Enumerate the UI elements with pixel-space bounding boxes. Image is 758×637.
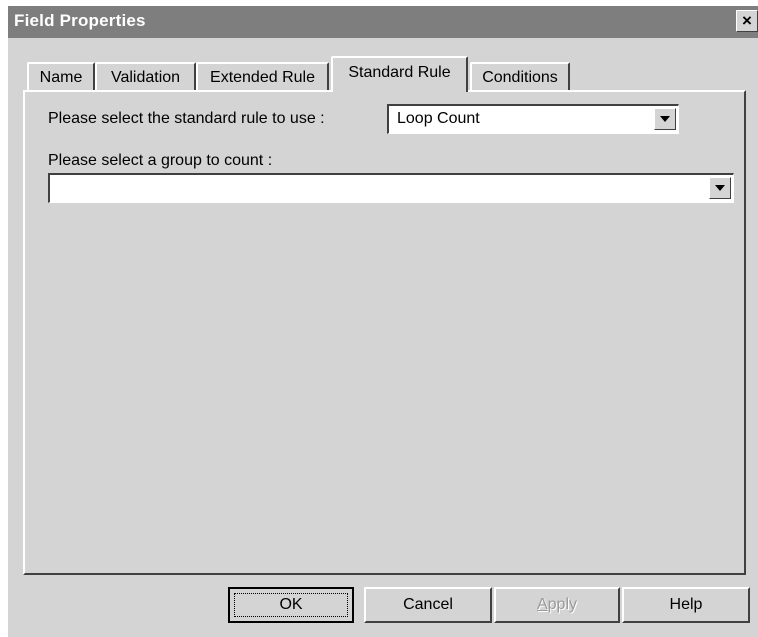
rule-label: Please select the standard rule to use : [48, 110, 325, 127]
group-select[interactable] [48, 173, 734, 203]
apply-mnemonic: A [536, 596, 548, 613]
dialog-title: Field Properties [14, 11, 146, 30]
rule-select[interactable]: Loop Count [387, 104, 679, 134]
chevron-down-icon[interactable] [709, 177, 731, 199]
close-icon: × [742, 11, 752, 30]
title-bar: Field Properties × [8, 6, 758, 38]
cancel-button[interactable]: Cancel [364, 587, 492, 623]
tab-extended-rule[interactable]: Extended Rule [196, 62, 329, 90]
ok-button[interactable]: OK [228, 587, 354, 623]
tab-standard-rule[interactable]: Standard Rule [331, 56, 468, 92]
tab-validation[interactable]: Validation [95, 62, 196, 90]
apply-button[interactable]: Apply [494, 587, 620, 623]
group-label: Please select a group to count : [48, 152, 273, 169]
help-button[interactable]: Help [622, 587, 750, 623]
field-properties-dialog: Field Properties × Name Validation Exten… [8, 6, 758, 637]
close-button[interactable]: × [736, 10, 758, 32]
standard-rule-panel: Please select the standard rule to use :… [23, 90, 746, 575]
rule-select-value: Loop Count [397, 110, 480, 127]
tab-name[interactable]: Name [27, 62, 95, 90]
chevron-down-icon[interactable] [654, 108, 676, 130]
tab-conditions[interactable]: Conditions [470, 62, 570, 90]
focus-rectangle: OK [234, 593, 348, 617]
